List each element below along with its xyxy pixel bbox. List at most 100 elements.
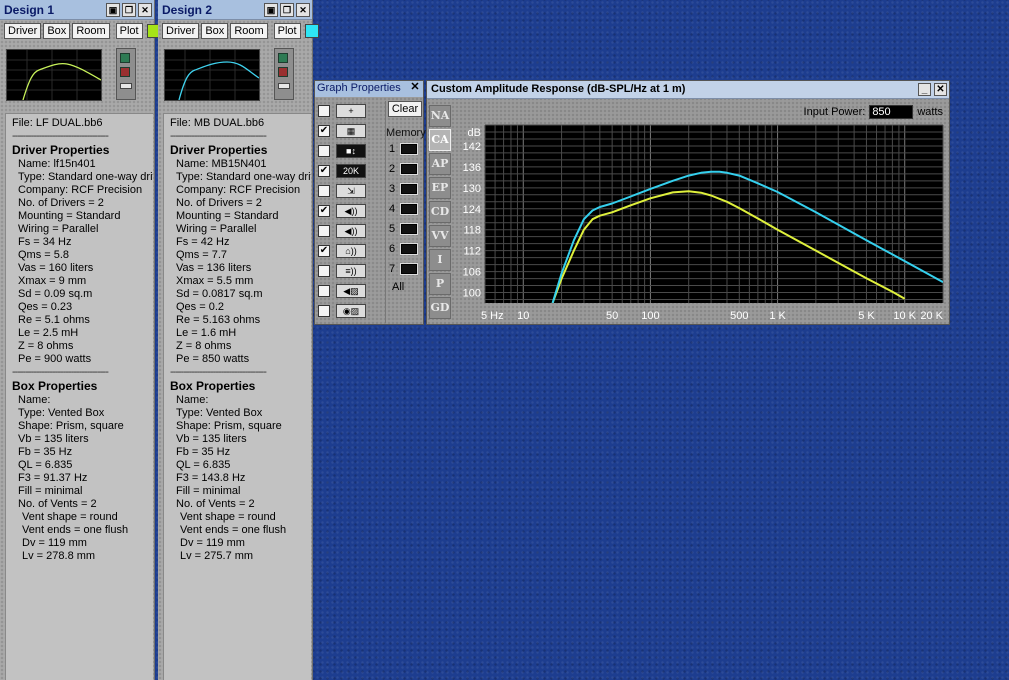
plot-color-swatch[interactable]	[304, 24, 319, 38]
driver-selector[interactable]	[116, 48, 136, 100]
memory-slot[interactable]: 5	[386, 219, 423, 239]
room-button[interactable]: Room	[230, 23, 268, 39]
memory-slot[interactable]: 3	[386, 179, 423, 199]
graph-option-row[interactable]: ✔ ◀))	[318, 201, 384, 221]
graph-option-row[interactable]: ■↕	[318, 141, 384, 161]
memory-all-button[interactable]: All	[386, 281, 423, 293]
box-button[interactable]: Box	[201, 23, 229, 39]
room-sound-icon[interactable]: ⌂))	[336, 244, 366, 258]
box-property: No. of Vents = 2	[18, 498, 97, 510]
memory-slot[interactable]: 7	[386, 259, 423, 279]
driver-selector[interactable]	[274, 48, 294, 100]
graph-option-checkbox[interactable]: ✔	[318, 165, 330, 177]
speaker-sound-icon[interactable]: ◀))	[336, 224, 366, 238]
design-title: Design 2	[162, 2, 213, 17]
close-icon[interactable]: ✕	[296, 2, 310, 17]
close-icon[interactable]: ✕	[409, 82, 421, 94]
graph-option-row[interactable]: ≡))	[318, 261, 384, 281]
graph-option-row[interactable]: ⇲	[318, 181, 384, 201]
response-thumbnail[interactable]	[164, 49, 260, 101]
graph-option-row[interactable]: ✔ ▦	[318, 121, 384, 141]
graph-option-row[interactable]: ◉▨	[318, 301, 384, 321]
design-title-bar[interactable]: Design 1 ▣ ❐ ✕	[0, 0, 154, 20]
driver-button[interactable]: Driver	[162, 23, 200, 39]
memory-slot-button[interactable]	[400, 203, 418, 215]
memory-slot-button[interactable]	[400, 263, 418, 275]
speaker-icon[interactable]	[120, 53, 130, 63]
crosshair-icon[interactable]: +	[336, 104, 366, 118]
amplitude-title-bar[interactable]: Custom Amplitude Response (dB-SPL/Hz at …	[427, 81, 949, 99]
memory-slot[interactable]: 2	[386, 159, 423, 179]
tab-na[interactable]: NA	[429, 105, 451, 127]
save-icon[interactable]: ▣	[264, 2, 278, 17]
graph-option-checkbox[interactable]	[318, 145, 330, 157]
memory-slot-button[interactable]	[400, 183, 418, 195]
save-icon[interactable]: ▣	[106, 2, 120, 17]
graph-option-row[interactable]: ◀))	[318, 221, 384, 241]
graph-option-row[interactable]: ✔ ⌂))	[318, 241, 384, 261]
graph-option-checkbox[interactable]	[318, 225, 330, 237]
graph-option-checkbox[interactable]	[318, 305, 330, 317]
plot-button[interactable]: Plot	[115, 23, 143, 39]
tab-cd[interactable]: CD	[429, 201, 451, 223]
box-button[interactable]: Box	[43, 23, 71, 39]
tab-ca[interactable]: CA	[429, 129, 451, 151]
plot-button[interactable]: Plot	[273, 23, 301, 39]
tab-vv[interactable]: VV	[429, 225, 451, 247]
speaker-icon[interactable]	[278, 67, 288, 77]
graph-option-row[interactable]: ✔ 20K	[318, 161, 384, 181]
graph-option-row[interactable]: +	[318, 101, 384, 121]
copy-icon[interactable]: ❐	[122, 2, 136, 17]
memory-slot[interactable]: 6	[386, 239, 423, 259]
frequency-range-icon[interactable]: 20K	[336, 164, 366, 178]
tab-ap[interactable]: AP	[429, 153, 451, 175]
memory-slot[interactable]: 4	[386, 199, 423, 219]
tab-i[interactable]: I	[429, 249, 451, 271]
graph-option-checkbox[interactable]: ✔	[318, 245, 330, 257]
box-property: QL = 6.835	[18, 459, 73, 471]
speaker-icon[interactable]	[120, 67, 130, 77]
slider-icon[interactable]	[278, 83, 290, 89]
design-title-bar[interactable]: Design 2 ▣ ❐ ✕	[158, 0, 312, 20]
memory-slot-button[interactable]	[400, 163, 418, 175]
close-icon[interactable]: ✕	[138, 2, 152, 17]
graph-option-checkbox[interactable]	[318, 285, 330, 297]
graph-option-checkbox[interactable]	[318, 185, 330, 197]
driver-chart-icon[interactable]: ◉▨	[336, 304, 366, 318]
room-button[interactable]: Room	[72, 23, 110, 39]
close-icon[interactable]: ✕	[934, 83, 947, 96]
graph-option-checkbox[interactable]	[318, 265, 330, 277]
driver-button[interactable]: Driver	[4, 23, 42, 39]
response-thumbnail[interactable]	[6, 49, 102, 101]
speaker-icon[interactable]	[278, 53, 288, 63]
box-property: No. of Vents = 2	[176, 498, 255, 510]
input-power-field[interactable]: 850	[869, 105, 914, 119]
memory-slot-button[interactable]	[400, 143, 418, 155]
minimize-icon[interactable]: _	[918, 83, 931, 96]
copy-icon[interactable]: ❐	[280, 2, 294, 17]
graph-options-list: + ✔ ▦ ■↕ ✔ 20K ⇲ ✔ ◀)) ◀)) ✔ ⌂)) ≡)) ◀▨ ◉▨	[318, 101, 384, 321]
memory-slot[interactable]: 1	[386, 139, 423, 159]
speaker-chart-icon[interactable]: ◀▨	[336, 284, 366, 298]
mic-sound-icon[interactable]: ≡))	[336, 264, 366, 278]
graph-option-checkbox[interactable]	[318, 105, 330, 117]
graph-properties-title-bar[interactable]: Graph Properties ✕	[315, 81, 423, 97]
tab-gd[interactable]: GD	[429, 297, 451, 319]
graph-option-checkbox[interactable]: ✔	[318, 205, 330, 217]
vertical-scale-icon[interactable]: ■↕	[336, 144, 366, 158]
driver-property: No. of Drivers = 2	[176, 197, 262, 209]
grid-icon[interactable]: ▦	[336, 124, 366, 138]
tab-p[interactable]: P	[429, 273, 451, 295]
speaker-sound-icon[interactable]: ◀))	[336, 204, 366, 218]
x-tick-label: 100	[641, 310, 659, 322]
resize-icon[interactable]: ⇲	[336, 184, 366, 198]
slider-icon[interactable]	[120, 83, 132, 89]
memory-slot-button[interactable]	[400, 243, 418, 255]
graph-option-checkbox[interactable]: ✔	[318, 125, 330, 137]
memory-slot-button[interactable]	[400, 223, 418, 235]
graph-option-row[interactable]: ◀▨	[318, 281, 384, 301]
clear-button[interactable]: Clear	[388, 101, 422, 117]
separator: ------------------------------------	[12, 130, 109, 142]
tab-ep[interactable]: EP	[429, 177, 451, 199]
amplitude-chart[interactable]: 100 106 112 118 124 130 136 142 dB 5 Hz 10 50 100 500…	[455, 121, 949, 325]
